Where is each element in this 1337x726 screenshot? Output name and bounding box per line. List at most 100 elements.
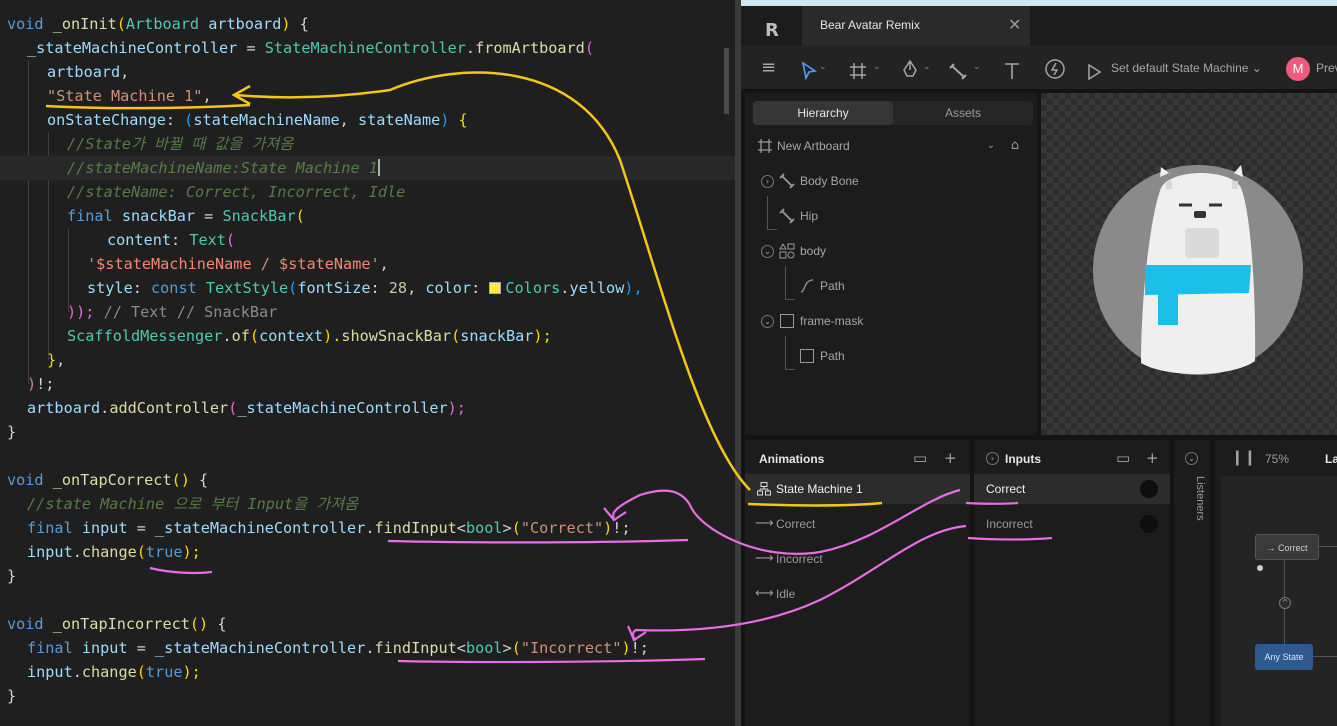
chevron-down-icon[interactable]: ⌄ <box>873 62 881 72</box>
state-machine-icon <box>757 482 771 496</box>
code-line: onStateChange: (stateMachineName, stateN… <box>47 111 468 129</box>
text-tool-icon[interactable] <box>1003 59 1021 83</box>
close-icon[interactable]: ✕ <box>1008 15 1021 34</box>
animation-item-label: Correct <box>776 517 816 531</box>
input-item-label: Correct <box>986 482 1026 496</box>
pause-icon[interactable]: ❙❙ <box>1231 448 1256 466</box>
user-avatar[interactable]: M <box>1286 57 1310 81</box>
zoom-level[interactable]: 75% <box>1265 452 1289 466</box>
artboard-icon <box>758 139 772 153</box>
listeners-title: Listeners <box>1194 476 1206 521</box>
add-icon[interactable]: + <box>1146 449 1159 467</box>
hierarchy-item-body[interactable]: ⌄ body <box>745 234 1037 269</box>
hierarchy-item-label: Hip <box>800 209 819 223</box>
document-tab-title: Bear Avatar Remix <box>820 18 920 32</box>
shape-icon <box>800 349 814 363</box>
group-icon <box>779 243 795 259</box>
code-line: artboard, <box>47 63 130 81</box>
input-item-incorrect[interactable]: Incorrect <box>974 509 1170 539</box>
preview-label[interactable]: Prev <box>1316 61 1337 75</box>
hierarchy-item-path[interactable]: Path <box>745 269 1037 304</box>
rive-logo-icon[interactable]: R <box>765 20 783 41</box>
state-graph-panel: ❙❙ 75% La → Correct ^ Any State <box>1215 440 1337 726</box>
chevron-down-icon[interactable]: ⌄ <box>973 62 981 72</box>
document-tab[interactable]: Bear Avatar Remix ✕ <box>802 6 1030 46</box>
play-icon[interactable] <box>1087 60 1101 84</box>
boolean-toggle[interactable] <box>1140 515 1158 533</box>
boolean-toggle[interactable] <box>1140 480 1158 498</box>
code-line: )!; <box>27 375 55 393</box>
code-line: artboard.addController(_stateMachineCont… <box>27 399 466 417</box>
code-line: } <box>7 423 17 441</box>
code-line: final input = _stateMachineController.fi… <box>27 639 649 657</box>
expand-icon[interactable]: › <box>761 175 774 188</box>
state-graph[interactable]: → Correct ^ Any State <box>1221 476 1337 726</box>
graph-node-correct[interactable]: → Correct <box>1255 534 1319 560</box>
shape-icon <box>780 314 794 328</box>
tab-assets[interactable]: Assets <box>893 101 1033 125</box>
pen-tool-icon[interactable] <box>901 58 919 82</box>
artboard-tool-icon[interactable] <box>849 59 867 83</box>
collapse-icon[interactable]: ⌄ <box>1185 452 1198 465</box>
folder-icon[interactable]: ▭ <box>1116 449 1130 467</box>
code-editor[interactable]: void _onInit(Artboard artboard) { _state… <box>0 0 738 726</box>
graph-connector <box>1319 546 1337 547</box>
editor-scrollbar[interactable] <box>724 48 729 114</box>
bone-icon <box>779 173 795 189</box>
chevron-down-icon[interactable]: ⌄ <box>819 62 827 72</box>
set-default-state-machine-dropdown[interactable]: Set default State Machine ⌄ <box>1111 61 1262 75</box>
code-line: //state Machine 으로 부터 Input을 가져옴 <box>27 495 359 513</box>
animation-item-idle[interactable]: ⟷ Idle <box>745 579 970 609</box>
code-line: void _onInit(Artboard artboard) { <box>7 15 309 33</box>
event-tool-icon[interactable] <box>1044 57 1066 81</box>
animation-item-state-machine-1[interactable]: State Machine 1 <box>745 474 970 504</box>
add-icon[interactable]: + <box>944 449 957 467</box>
code-line: } <box>7 567 17 585</box>
folder-icon[interactable]: ▭ <box>913 449 927 467</box>
code-line: content: Text( <box>107 231 236 249</box>
menu-icon[interactable]: ≡ <box>761 56 776 80</box>
code-line: )); // Text // SnackBar <box>67 303 278 321</box>
bear-avatar-artwork[interactable] <box>1041 93 1337 435</box>
animations-panel: Animations ▭ + State Machine 1 ⟶ Correct… <box>745 440 970 726</box>
select-tool-icon[interactable] <box>801 59 817 83</box>
code-line: final snackBar = SnackBar( <box>67 207 305 225</box>
graph-connector <box>1313 656 1337 657</box>
graph-node-any-state[interactable]: Any State <box>1255 644 1313 670</box>
hierarchy-item-hip[interactable]: Hip <box>745 199 1037 234</box>
hierarchy-item-path-2[interactable]: Path <box>745 339 1037 374</box>
animation-item-incorrect[interactable]: ⟶ Incorrect <box>745 544 970 574</box>
rive-editor: R Bear Avatar Remix ✕ ≡ ⌄ ⌄ ⌄ ⌄ Set defa… <box>741 0 1337 726</box>
bone-tool-icon[interactable] <box>949 59 969 83</box>
code-line: final input = _stateMachineController.fi… <box>27 519 631 537</box>
code-line: style: const TextStyle(fontSize: 28, col… <box>87 279 643 297</box>
hierarchy-item-new-artboard[interactable]: New Artboard ⌄ ⌂ <box>745 129 1037 164</box>
tab-hierarchy[interactable]: Hierarchy <box>753 101 893 125</box>
hierarchy-item-label: frame-mask <box>800 314 864 328</box>
collapse-icon[interactable]: ⌄ <box>761 245 774 258</box>
chevron-down-icon[interactable]: ⌄ <box>983 138 999 154</box>
color-swatch-icon[interactable] <box>489 282 502 294</box>
arrow-right-icon: ⟶ <box>755 516 774 531</box>
transition-arrow-icon[interactable]: ^ <box>1279 597 1291 609</box>
hierarchy-item-body-bone[interactable]: › Body Bone <box>745 164 1037 199</box>
text-cursor <box>377 159 380 176</box>
input-item-correct[interactable]: Correct <box>974 474 1170 504</box>
animation-item-correct[interactable]: ⟶ Correct <box>745 509 970 539</box>
expand-icon[interactable]: › <box>986 452 999 465</box>
code-line: input.change(true); <box>27 663 201 681</box>
collapse-icon[interactable]: ⌄ <box>761 315 774 328</box>
path-icon <box>800 279 814 293</box>
hierarchy-item-frame-mask[interactable]: ⌄ frame-mask <box>745 304 1037 339</box>
toolbar: ≡ ⌄ ⌄ ⌄ ⌄ Set default State Machine ⌄ M … <box>741 46 1337 90</box>
tag-icon[interactable]: ⌂ <box>1007 138 1023 154</box>
animations-title: Animations <box>759 452 825 466</box>
graph-tab-label[interactable]: La <box>1325 452 1337 466</box>
code-line: //stateName: Correct, Incorrect, Idle <box>67 183 406 201</box>
hierarchy-panel: Hierarchy Assets New Artboard ⌄ ⌂ › Body… <box>745 93 1037 435</box>
chevron-down-icon[interactable]: ⌄ <box>923 62 931 72</box>
artboard-canvas[interactable] <box>1041 93 1337 435</box>
code-line: } <box>7 687 17 705</box>
listeners-panel: ⌄ Listeners <box>1174 440 1210 726</box>
code-line: _stateMachineController = StateMachineCo… <box>27 39 594 57</box>
